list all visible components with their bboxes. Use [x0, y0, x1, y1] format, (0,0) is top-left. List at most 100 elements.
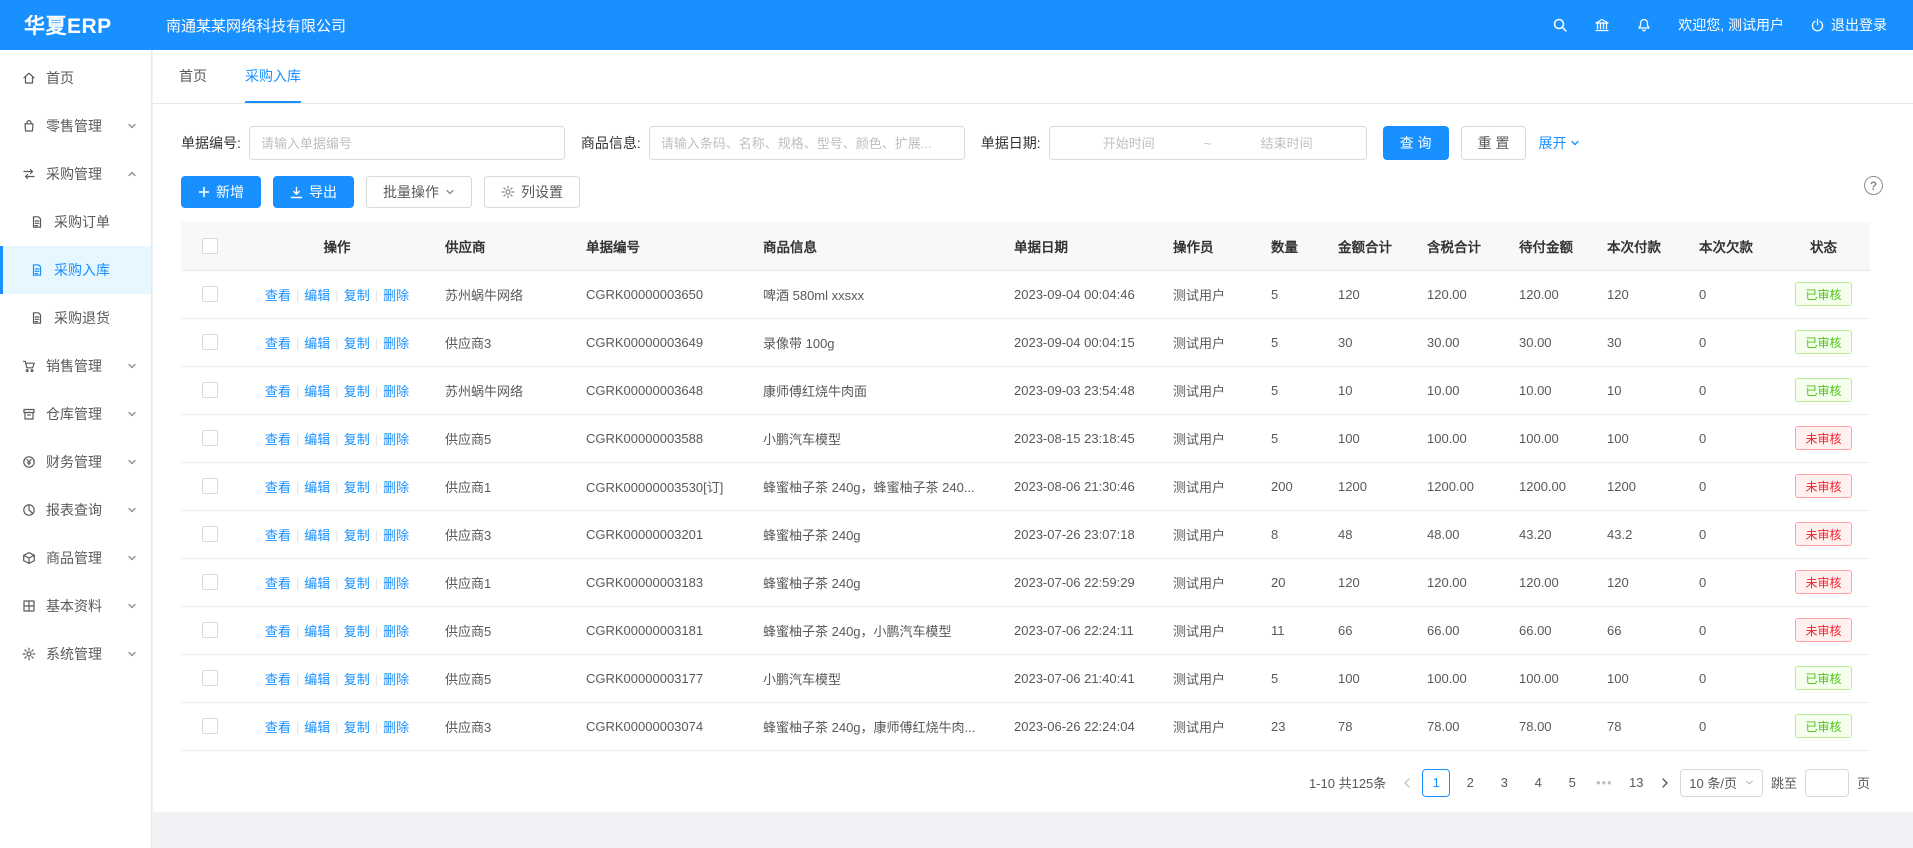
cell-debt: 0	[1689, 606, 1777, 654]
sidebar-item-retail[interactable]: 零售管理	[0, 102, 151, 150]
goods-input[interactable]	[649, 126, 965, 160]
action-delete[interactable]: 删除	[383, 336, 409, 351]
date-range-picker[interactable]: ~	[1049, 126, 1367, 160]
jump-input[interactable]	[1805, 769, 1849, 797]
action-edit[interactable]: 编辑	[304, 480, 330, 495]
sidebar-item-warehouse[interactable]: 仓库管理	[0, 390, 151, 438]
action-edit[interactable]: 编辑	[304, 336, 330, 351]
page-5[interactable]: 5	[1558, 769, 1586, 797]
sidebar-item-sales[interactable]: 销售管理	[0, 342, 151, 390]
action-delete[interactable]: 删除	[383, 672, 409, 687]
row-checkbox[interactable]	[202, 430, 218, 446]
row-checkbox[interactable]	[202, 718, 218, 734]
action-copy[interactable]: 复制	[344, 480, 370, 495]
action-copy[interactable]: 复制	[344, 576, 370, 591]
action-copy[interactable]: 复制	[344, 672, 370, 687]
action-copy[interactable]: 复制	[344, 384, 370, 399]
page-4[interactable]: 4	[1524, 769, 1552, 797]
action-view[interactable]: 查看	[265, 528, 291, 543]
sidebar-item-purchase-order[interactable]: 采购订单	[0, 198, 151, 246]
page-1[interactable]: 1	[1422, 769, 1450, 797]
action-edit[interactable]: 编辑	[304, 624, 330, 639]
action-delete[interactable]: 删除	[383, 576, 409, 591]
select-all-checkbox[interactable]	[202, 238, 218, 254]
action-copy[interactable]: 复制	[344, 624, 370, 639]
sidebar-item-finance[interactable]: 财务管理	[0, 438, 151, 486]
prev-page-button[interactable]	[1400, 777, 1414, 789]
action-view[interactable]: 查看	[265, 336, 291, 351]
row-checkbox-cell	[181, 558, 239, 606]
sidebar-item-system[interactable]: 系统管理	[0, 630, 151, 678]
page-ellipsis[interactable]: •••	[1592, 775, 1616, 790]
next-page-button[interactable]	[1658, 777, 1672, 789]
bill-no-input[interactable]	[249, 126, 565, 160]
sidebar-item-purchase-in[interactable]: 采购入库	[0, 246, 151, 294]
search-button[interactable]: 查 询	[1383, 126, 1449, 160]
action-view[interactable]: 查看	[265, 672, 291, 687]
columns-button[interactable]: 列设置	[484, 176, 580, 208]
cell-status: 未审核	[1777, 606, 1870, 654]
action-delete[interactable]: 删除	[383, 528, 409, 543]
row-checkbox[interactable]	[202, 574, 218, 590]
page-size-select[interactable]: 10 条/页	[1680, 769, 1763, 797]
reset-button[interactable]: 重 置	[1461, 126, 1527, 160]
expand-link[interactable]: 展开	[1538, 133, 1580, 153]
row-checkbox[interactable]	[202, 382, 218, 398]
search-icon[interactable]	[1552, 17, 1568, 33]
action-delete[interactable]: 删除	[383, 384, 409, 399]
sidebar-item-purchase-return[interactable]: 采购退货	[0, 294, 151, 342]
action-copy[interactable]: 复制	[344, 432, 370, 447]
action-view[interactable]: 查看	[265, 288, 291, 303]
data-table: 操作供应商单据编号商品信息单据日期操作员数量金额合计含税合计待付金额本次付款本次…	[181, 222, 1870, 751]
row-checkbox[interactable]	[202, 286, 218, 302]
action-delete[interactable]: 删除	[383, 432, 409, 447]
action-edit[interactable]: 编辑	[304, 432, 330, 447]
logout-button[interactable]: 退出登录	[1810, 15, 1887, 35]
action-edit[interactable]: 编辑	[304, 576, 330, 591]
sidebar-item-home[interactable]: 首页	[0, 54, 151, 102]
sidebar-item-purchase[interactable]: 采购管理	[0, 150, 151, 198]
add-button[interactable]: 新增	[181, 176, 261, 208]
action-view[interactable]: 查看	[265, 576, 291, 591]
action-delete[interactable]: 删除	[383, 720, 409, 735]
sidebar-item-report[interactable]: 报表查询	[0, 486, 151, 534]
sidebar-item-goods[interactable]: 商品管理	[0, 534, 151, 582]
bell-icon[interactable]	[1636, 17, 1652, 33]
tab-purchase-in[interactable]: 采购入库	[245, 50, 301, 103]
row-checkbox[interactable]	[202, 670, 218, 686]
action-view[interactable]: 查看	[265, 720, 291, 735]
page-3[interactable]: 3	[1490, 769, 1518, 797]
batch-button[interactable]: 批量操作	[366, 176, 472, 208]
row-checkbox[interactable]	[202, 622, 218, 638]
action-delete[interactable]: 删除	[383, 288, 409, 303]
page-2[interactable]: 2	[1456, 769, 1484, 797]
action-copy[interactable]: 复制	[344, 288, 370, 303]
action-copy[interactable]: 复制	[344, 528, 370, 543]
row-checkbox[interactable]	[202, 478, 218, 494]
export-button[interactable]: 导出	[273, 176, 354, 208]
action-view[interactable]: 查看	[265, 432, 291, 447]
action-edit[interactable]: 编辑	[304, 720, 330, 735]
bank-icon[interactable]	[1594, 17, 1610, 33]
action-edit[interactable]: 编辑	[304, 288, 330, 303]
tab-home[interactable]: 首页	[179, 50, 207, 103]
help-icon[interactable]: ?	[1864, 176, 1883, 195]
row-checkbox[interactable]	[202, 334, 218, 350]
action-copy[interactable]: 复制	[344, 720, 370, 735]
action-delete[interactable]: 删除	[383, 624, 409, 639]
sidebar-item-basedata[interactable]: 基本资料	[0, 582, 151, 630]
action-view[interactable]: 查看	[265, 480, 291, 495]
action-edit[interactable]: 编辑	[304, 672, 330, 687]
date-start-input[interactable]	[1060, 136, 1198, 151]
date-end-input[interactable]	[1217, 136, 1355, 151]
page-13[interactable]: 13	[1622, 769, 1650, 797]
action-edit[interactable]: 编辑	[304, 384, 330, 399]
row-checkbox[interactable]	[202, 526, 218, 542]
action-copy[interactable]: 复制	[344, 336, 370, 351]
action-view[interactable]: 查看	[265, 384, 291, 399]
status-badge: 已审核	[1795, 378, 1851, 402]
column-header-due: 待付金额	[1509, 222, 1597, 270]
action-edit[interactable]: 编辑	[304, 528, 330, 543]
action-view[interactable]: 查看	[265, 624, 291, 639]
action-delete[interactable]: 删除	[383, 480, 409, 495]
